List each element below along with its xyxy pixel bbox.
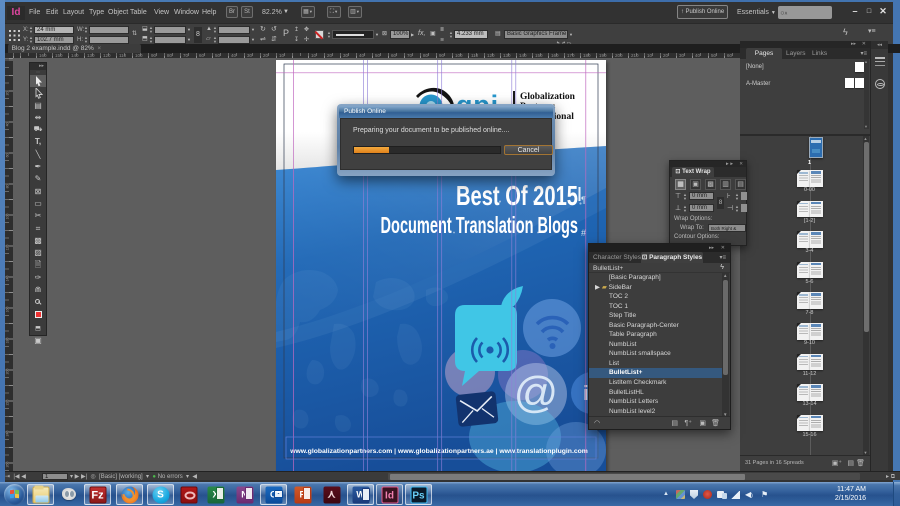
svg-text:Globalization: Globalization: [520, 92, 576, 102]
svg-text:¶: ¶: [581, 195, 586, 205]
svg-text:www.globalizationpartners.com: www.globalizationpartners.com | www.glob…: [289, 448, 588, 455]
svg-text:Best Of 2015: Best Of 2015: [456, 181, 578, 212]
svg-text:@: @: [514, 368, 559, 417]
svg-text:Document Translation Blogs: Document Translation Blogs: [381, 213, 579, 239]
svg-text:#: #: [581, 228, 586, 238]
